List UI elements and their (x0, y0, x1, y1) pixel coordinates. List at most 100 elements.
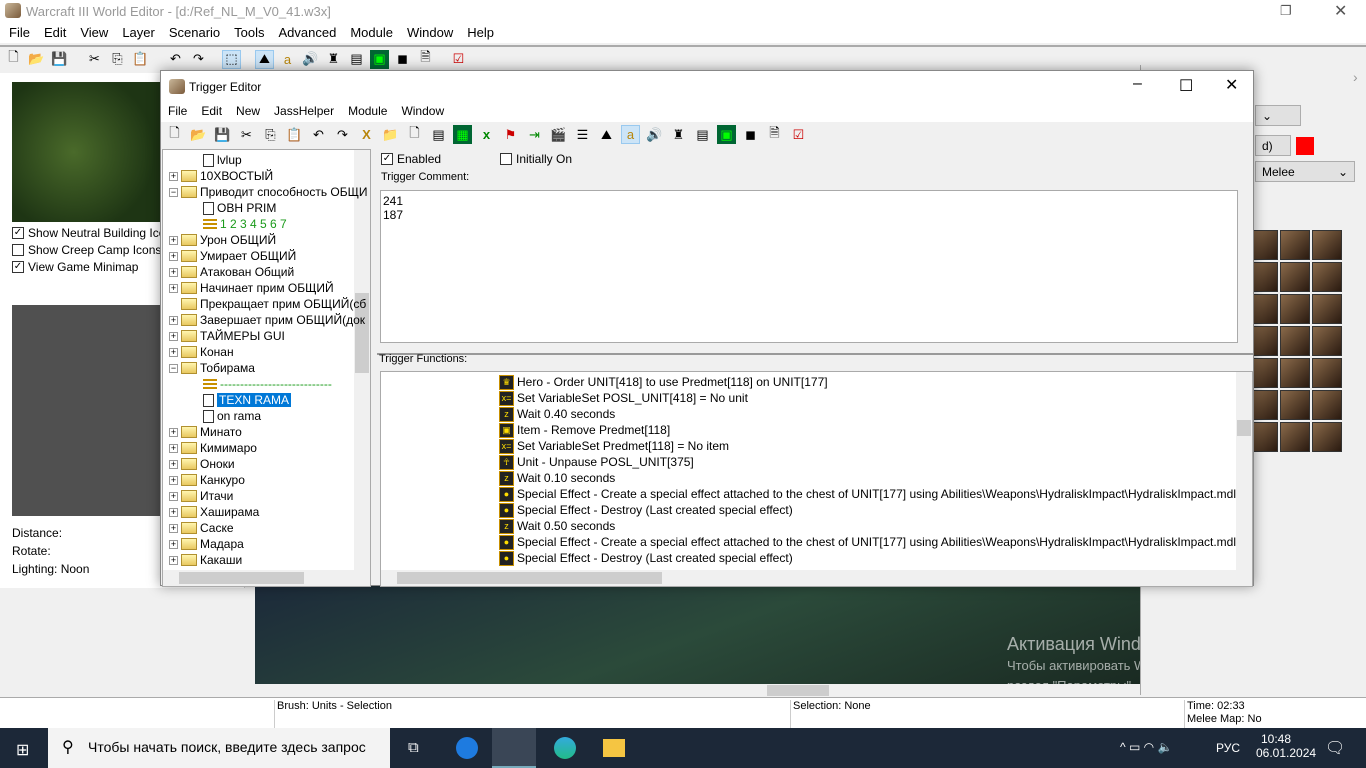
unit-portrait-icon[interactable] (1312, 422, 1342, 452)
menu-item-tools[interactable]: Tools (227, 22, 271, 43)
left-checkbox[interactable]: ✓ Show Neutral Building Icons (12, 224, 178, 241)
object-editor-icon[interactable]: a (278, 50, 297, 69)
trigger-tree[interactable]: lvlup +10ХВОСТЫЙ − Приводит способность ОБЩ… (162, 149, 371, 587)
restore-icon[interactable]: ❐ (1280, 3, 1292, 19)
trigger-comment-textarea[interactable]: 241 187 (380, 190, 1238, 343)
trigger-menu-item-window[interactable]: Window (394, 101, 451, 122)
terrain-editor-icon[interactable]: ⛰ (255, 49, 274, 69)
menu-item-file[interactable]: File (2, 22, 37, 43)
paste-icon[interactable]: 📋 (131, 50, 150, 69)
splitter[interactable] (377, 353, 1253, 355)
trigger-menu-item-new[interactable]: New (229, 101, 267, 122)
function-row[interactable]: x= Set VariableSet POSL_UNIT[418] = No un… (499, 390, 748, 406)
expand-toggle[interactable]: + (169, 459, 178, 469)
function-row[interactable]: z Wait 0.50 seconds (499, 518, 615, 534)
export-icon[interactable]: 🗎 (765, 125, 784, 144)
new-event-icon[interactable]: ▦ (453, 125, 472, 144)
expand-toggle[interactable]: + (169, 523, 178, 533)
menu-item-window[interactable]: Window (400, 22, 460, 43)
tree-item[interactable]: 1 2 3 4 5 6 7 (203, 216, 287, 232)
tree-vscrollbar[interactable] (354, 150, 370, 570)
undo-icon[interactable]: ↶ (166, 50, 185, 69)
tree-item[interactable]: + Оноки (169, 456, 235, 472)
function-row[interactable]: ♛ Hero - Order UNIT[418] to use Predmet[1… (499, 374, 828, 390)
unit-portrait-icon[interactable] (1280, 390, 1310, 420)
trigger-menu-item-file[interactable]: File (161, 101, 194, 122)
tree-item[interactable]: + Минато (169, 424, 242, 440)
menu-item-layer[interactable]: Layer (115, 22, 162, 43)
menu-item-edit[interactable]: Edit (37, 22, 73, 43)
unit-portrait-icon[interactable] (1280, 326, 1310, 356)
campaign-editor-icon[interactable]: ◼ (393, 50, 412, 69)
paste-icon[interactable]: 📋 (285, 125, 304, 144)
copy-icon[interactable]: ⎘ (261, 125, 280, 144)
clock-date[interactable]: 06.01.2024 (1256, 746, 1316, 760)
edge-icon[interactable] (554, 737, 576, 759)
expand-toggle[interactable]: − (169, 363, 178, 373)
trigger-menu-item-edit[interactable]: Edit (194, 101, 229, 122)
function-row[interactable]: z Wait 0.10 seconds (499, 470, 615, 486)
new-comment-icon[interactable]: ▤ (429, 125, 448, 144)
tray-icons[interactable]: ^ ▭ ◠ 🔈 (1120, 740, 1172, 754)
tree-item[interactable]: + Итачи (169, 488, 233, 504)
unit-portrait-icon[interactable] (1312, 358, 1342, 388)
expand-toggle[interactable]: + (169, 443, 178, 453)
open-icon[interactable]: 📂 (27, 50, 46, 69)
unit-portrait-icon[interactable] (1312, 390, 1342, 420)
undo-icon[interactable]: ↶ (309, 125, 328, 144)
tree-item[interactable]: + Умирает ОБЩИЙ (169, 248, 296, 264)
tree-item[interactable]: TEXN RAMA (203, 392, 292, 408)
tree-item[interactable]: + Начинает прим ОБЩИЙ (169, 280, 334, 296)
function-row[interactable]: z Wait 0.40 seconds (499, 406, 615, 422)
unit-portrait-icon[interactable] (1280, 230, 1310, 260)
expand-toggle[interactable]: − (169, 187, 178, 197)
checkbox-box[interactable]: ✓ (12, 226, 24, 239)
expand-toggle[interactable]: + (169, 347, 178, 357)
left-checkbox[interactable]: ✓ View Game Minimap (12, 258, 178, 275)
unit-portrait-icon[interactable] (1280, 422, 1310, 452)
function-row[interactable]: x= Set VariableSet Predmet[118] = No item (499, 438, 729, 454)
initially-on-checkbox[interactable]: Initially On (500, 152, 572, 166)
new-trigger-icon[interactable]: 🗋 (405, 125, 424, 144)
left-checkbox[interactable]: Show Creep Camp Icons (12, 241, 178, 258)
expand-toggle[interactable]: + (169, 507, 178, 517)
new-condition-icon[interactable]: ⚑ (501, 125, 520, 144)
checkbox-box[interactable] (12, 243, 24, 256)
expand-toggle[interactable]: + (169, 315, 178, 325)
new-action-icon[interactable]: ⇥ (525, 125, 544, 144)
cut-icon[interactable]: ✂ (85, 50, 104, 69)
palette-tileset-dropdown[interactable]: Melee ⌄ (1255, 161, 1355, 182)
jass-icon[interactable]: X (357, 125, 376, 144)
tree-item[interactable]: Прекращает прим ОБЩИЙ(сб (169, 296, 366, 312)
new-category-icon[interactable]: 📁 (381, 125, 400, 144)
run-icon[interactable]: 🎬 (549, 125, 568, 144)
new-variable-icon[interactable]: x (477, 125, 496, 144)
object-editor-icon[interactable]: a (621, 125, 640, 144)
test-map-icon[interactable]: ☑ (449, 50, 468, 69)
tree-item[interactable]: + Завершает прим ОБЩИЙ(док (169, 312, 365, 328)
import-manager-icon[interactable]: ▤ (347, 50, 366, 69)
expand-toggle[interactable]: + (169, 267, 178, 277)
menu-item-help[interactable]: Help (460, 22, 501, 43)
expand-toggle[interactable]: + (169, 427, 178, 437)
menu-item-scenario[interactable]: Scenario (162, 22, 227, 43)
expand-toggle[interactable]: + (169, 491, 178, 501)
notifications-icon[interactable]: 🗨 (1325, 738, 1345, 758)
unit-portrait-icon[interactable] (1280, 358, 1310, 388)
checkbox-box[interactable]: ✓ (12, 260, 24, 273)
function-row[interactable]: ● Special Effect - Create a special effec… (499, 486, 1236, 502)
function-row[interactable]: ● Special Effect - Destroy (Last created … (499, 550, 793, 566)
expand-toggle[interactable]: + (169, 539, 178, 549)
maximize-icon[interactable]: ☐ (1179, 76, 1193, 96)
tree-item[interactable]: + Канкуро (169, 472, 245, 488)
tree-item[interactable]: on rama (203, 408, 261, 424)
check-icon[interactable]: ☰ (573, 125, 592, 144)
tree-item[interactable]: + Урон ОБЩИЙ (169, 232, 276, 248)
tree-item[interactable]: − Тобирама (169, 360, 255, 376)
function-row[interactable]: ● Special Effect - Create a special effec… (499, 534, 1236, 550)
functions-hscrollbar[interactable] (381, 570, 1252, 586)
unit-editor-icon[interactable]: ♜ (669, 125, 688, 144)
function-row[interactable]: ☥ Unit - Unpause POSL_UNIT[375] (499, 454, 694, 470)
unit-portrait-icon[interactable] (1280, 262, 1310, 292)
save-icon[interactable]: 💾 (50, 50, 69, 69)
